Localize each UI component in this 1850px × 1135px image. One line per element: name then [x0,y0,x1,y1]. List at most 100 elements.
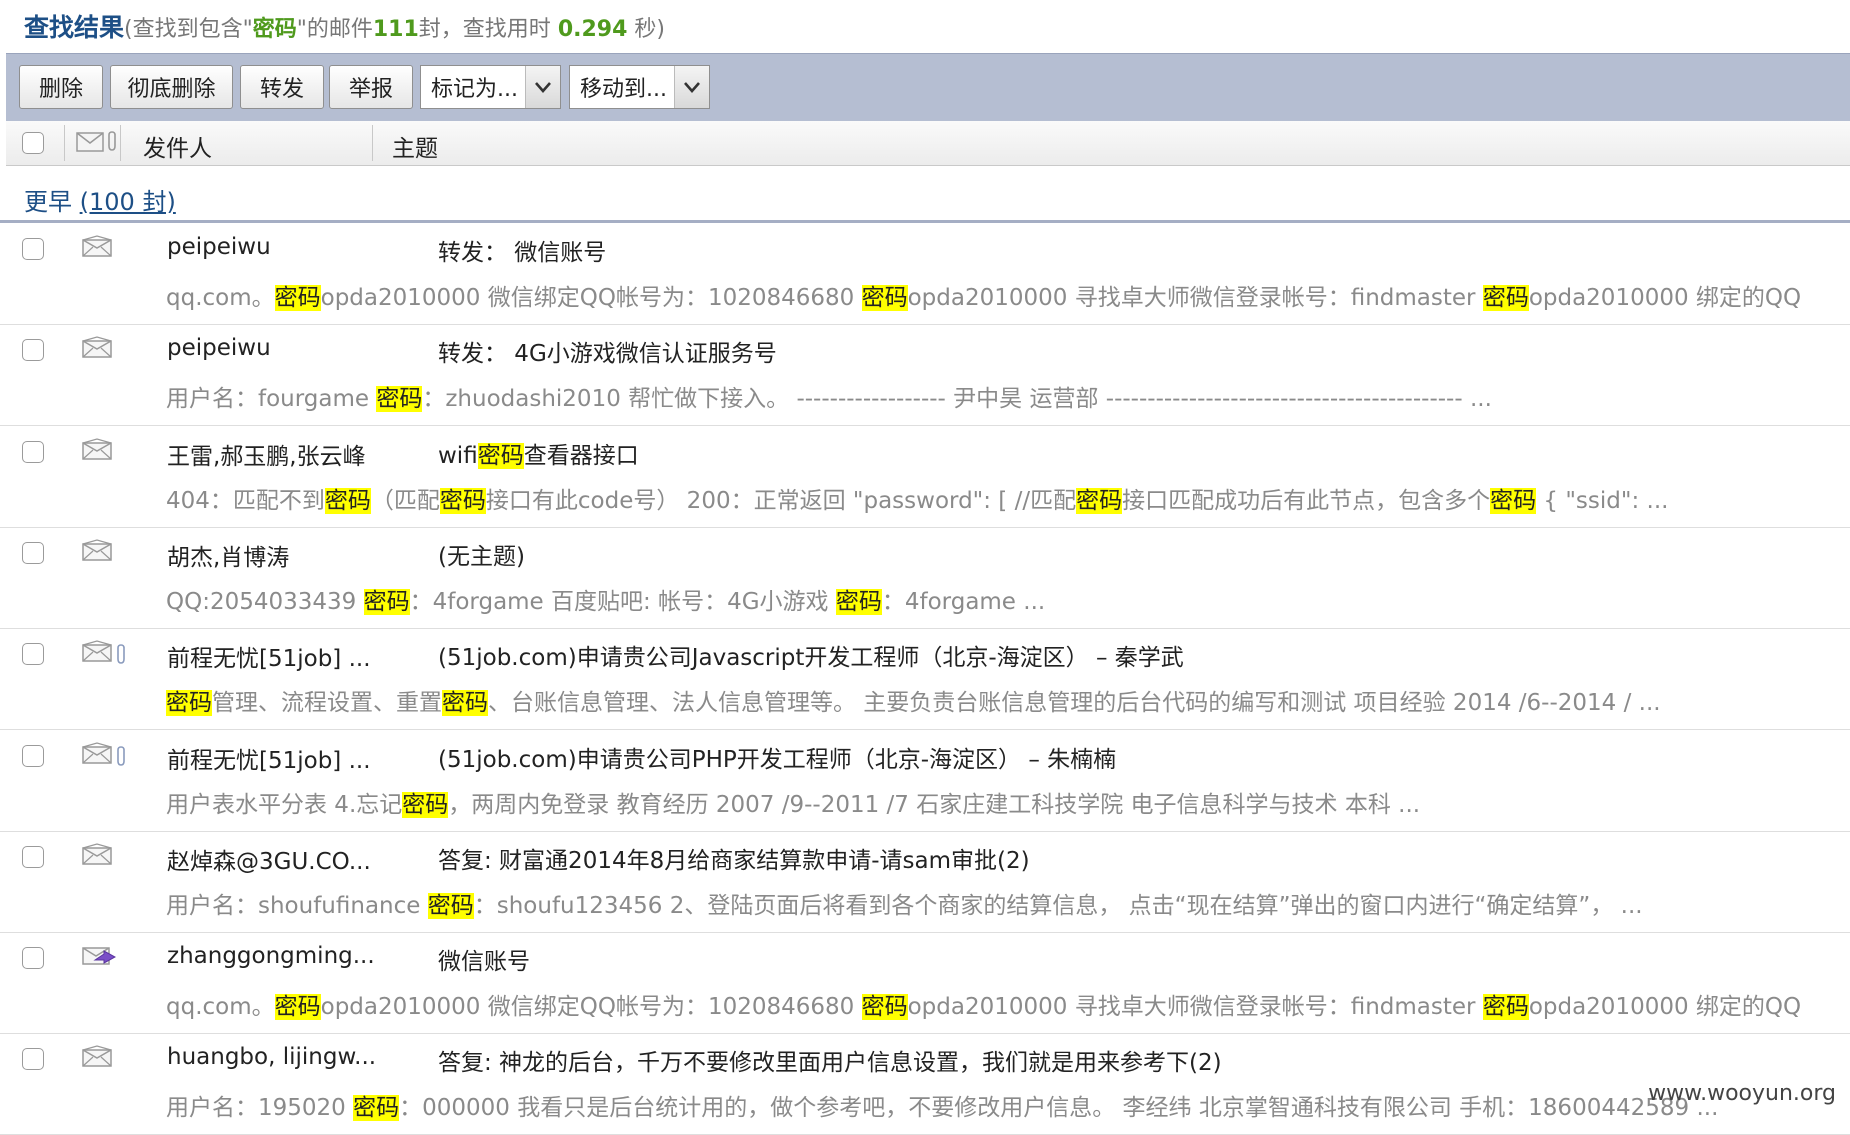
keyword-highlight: 密码 [324,487,371,514]
mail-subject[interactable]: 转发： 4G小游戏微信认证服务号 [438,334,777,368]
subject-column-header[interactable]: 主题 [392,129,438,163]
text-segment: 答复: 神龙的后台，千万不要修改里面用户信息设置，我们就是用来参考下(2) [438,1050,1222,1077]
text-segment: (51job.com)申请贵公司PHP开发工程师（北京-海淀区） – 朱楠楠 [438,746,1117,773]
text-segment: 、台账信息管理、法人信息管理等。 主要负责台账信息管理的后台代码的编写和测试 项… [488,690,1661,717]
group-count-link[interactable]: (100 封) [80,188,176,216]
mail-row[interactable]: 前程无忧[51job] ... (51job.com)申请贵公司PHP开发工程师（… [0,731,1850,832]
mail-select-checkbox[interactable] [22,643,44,666]
mail-row[interactable]: zhanggongming... 微信账号 qq.com。密码opda2010000… [0,933,1850,1035]
mail-row[interactable]: 胡杰,肖博涛 (无主题) QQ:2054033439 密码：4forgame 百度贴… [0,528,1850,629]
chevron-down-icon [525,66,560,108]
select-all-checkbox[interactable] [22,132,44,154]
text-segment: qq.com。 [166,994,275,1021]
mail-row[interactable]: 前程无忧[51job] ... (51job.com)申请贵公司Javascrip… [0,629,1850,731]
mail-row[interactable]: huangbo, lijingw... 答复: 神龙的后台，千万不要修改里面用户信… [0,1034,1850,1135]
text-segment: (51job.com)申请贵公司Javascript开发工程师（北京-海淀区） … [438,645,1184,672]
mail-row[interactable]: peipeiwu 转发： 4G小游戏微信认证服务号用户名：fourgame 密码：… [0,325,1850,427]
search-keyword: 密码 [252,17,297,42]
text-segment: 用户名：shoufufinance [166,892,428,919]
text-segment: 微信账号 [438,949,530,976]
mail-snippet: 用户名：fourgame 密码：zhuodashi2010 帮忙做下接入。 --… [166,379,1492,413]
mail-select-checkbox[interactable] [22,541,44,564]
mail-select-checkbox[interactable] [22,440,44,463]
mail-select-checkbox[interactable] [22,845,44,868]
mail-snippet: QQ:2054033439 密码：4forgame 百度贴吧: 帐号：4G小游戏… [166,582,1045,616]
mail-row[interactable]: 王雷,郝玉鹏,张云峰 wifi密码查看器接口 404：匹配不到密码（匹配密码接口有此… [0,427,1850,528]
mail-subject[interactable]: (51job.com)申请贵公司PHP开发工程师（北京-海淀区） – 朱楠楠 [438,740,1116,774]
sender-column-header[interactable]: 发件人 [143,129,212,163]
mark-as-dropdown[interactable]: 标记为... [420,65,561,109]
move-to-label: 移动到... [580,77,667,102]
keyword-highlight: 密码 [1490,487,1537,514]
text-segment: ：4forgame ... [881,588,1046,615]
move-to-dropdown[interactable]: 移动到... [569,65,710,109]
text-segment: ，两周内免登录 教育经历 2007 /9--2011 /7 石家庄建工科技学院 … [448,791,1421,818]
column-divider [120,125,121,161]
text-segment: 接口匹配成功后有此节点，包含多个 [1122,487,1491,514]
keyword-highlight: 密码 [861,994,908,1021]
text-segment: opda2010000 微信绑定QQ帐号为：1020846680 [320,994,862,1021]
page-title: 查找结果 [24,13,125,42]
mail-subject[interactable]: 答复: 财富通2014年8月给商家结算款申请-请sam审批(2) [438,841,1030,875]
keyword-highlight: 密码 [1482,285,1529,311]
permanent-delete-button[interactable]: 彻底删除 [110,65,233,109]
envelope-read-icon [82,336,112,362]
toolbar: 删除 彻底删除 转发 举报 标记为... 移动到... [6,53,1850,122]
text-segment: ：000000 我看只是后台统计用的，做个参考吧，不要修改用户信息。 李经纬 北… [399,1095,1719,1122]
text-segment: opda2010000 微信绑定QQ帐号为：1020846680 [320,285,862,311]
mail-sender: peipeiwu [167,335,271,362]
mail-row[interactable]: peipeiwu 转发： 微信账号 qq.com。密码opda2010000 微信绑… [0,224,1850,325]
delete-button[interactable]: 删除 [19,65,103,109]
mail-select-checkbox[interactable] [22,339,44,362]
mail-subject[interactable]: (无主题) [438,537,525,571]
mail-select-checkbox[interactable] [22,947,44,970]
mail-sender: huangbo, lijingw... [167,1044,377,1071]
text-segment: QQ:2054033439 [166,588,364,615]
mail-subject[interactable]: (51job.com)申请贵公司Javascript开发工程师（北京-海淀区） … [438,638,1184,672]
mail-row[interactable]: 赵焯森@3GU.CO... 答复: 财富通2014年8月给商家结算款申请-请sam… [0,832,1850,933]
text-segment: 接口有此code号） 200：正常返回 "password": [ //匹配 [485,487,1077,514]
mail-snippet: 密码管理、流程设置、重置密码、台账信息管理、法人信息管理等。 主要负责台账信息管… [166,683,1661,717]
attachment-icon [116,745,128,771]
text-segment: ：shoufu123456 2、登陆页面后将看到各个商家的结算信息， 点击“现在… [473,892,1643,919]
column-header: 发件人 主题 [6,121,1850,166]
watermark: www.wooyun.org [1648,1081,1836,1106]
envelope-read-icon [82,741,112,768]
mail-select-checkbox[interactable] [22,1048,44,1071]
mail-select-checkbox[interactable] [22,238,44,260]
text-segment: 用户表水平分表 4.忘记 [166,791,403,818]
search-time: 0.294 [557,17,628,42]
text-segment: (无主题) [438,543,525,570]
keyword-highlight: 密码 [1076,487,1123,514]
keyword-highlight: 密码 [442,690,488,717]
mail-sender: 前程无忧[51job] ... [167,747,371,774]
mail-subject[interactable]: 答复: 神龙的后台，千万不要修改里面用户信息设置，我们就是用来参考下(2) [438,1043,1222,1077]
mail-subject[interactable]: wifi密码查看器接口 [438,436,639,470]
keyword-highlight: 密码 [1482,994,1529,1021]
mail-select-checkbox[interactable] [22,744,44,767]
envelope-header-icon [76,132,104,156]
mail-snippet: 用户名：shoufufinance 密码：shoufu123456 2、登陆页面… [166,886,1643,920]
column-divider [372,125,373,161]
text-segment: （匹配 [370,487,440,514]
keyword-highlight: 密码 [363,588,410,615]
report-button[interactable]: 举报 [329,65,413,109]
keyword-highlight: 密码 [477,442,524,469]
mail-subject[interactable]: 微信账号 [438,942,530,976]
mail-snippet: 用户表水平分表 4.忘记密码，两周内免登录 教育经历 2007 /9--2011… [166,785,1420,819]
mail-sender: peipeiwu [167,234,271,260]
text-segment: 404：匹配不到 [166,487,325,514]
forward-button[interactable]: 转发 [240,65,324,109]
text-segment: ：zhuodashi2010 帮忙做下接入。 -----------------… [422,386,1492,413]
text-segment: 用户名：fourgame [166,386,377,413]
keyword-highlight: 密码 [166,690,212,717]
keyword-highlight: 密码 [835,588,882,615]
mail-subject[interactable]: 转发： 微信账号 [438,233,606,267]
result-count: 111 [372,17,419,42]
text-segment: qq.com。 [166,285,275,311]
keyword-highlight: 密码 [274,285,321,311]
text-segment: wifi [438,442,478,469]
keyword-highlight: 密码 [376,386,423,413]
text-segment: opda2010000 绑定的QQ [1528,994,1802,1021]
mail-sender: zhanggongming... [167,943,375,970]
